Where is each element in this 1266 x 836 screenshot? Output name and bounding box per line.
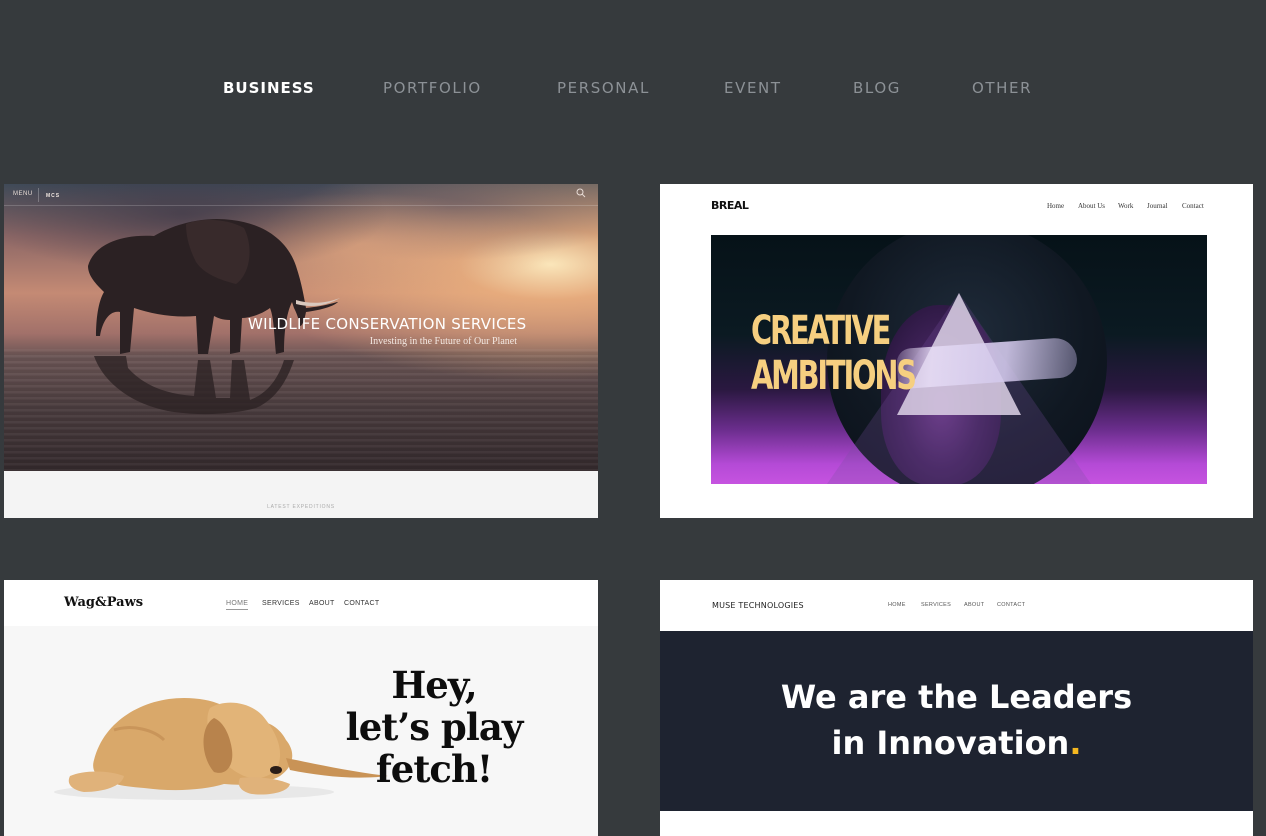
template-card-wildlife[interactable]: MENU MCS WILDLIFE CONSERVATION SERVICES …: [4, 184, 598, 518]
latest-expeditions-label: LATEST EXPEDITIONS: [267, 504, 335, 510]
headline-line-2: in Innovation.: [660, 720, 1253, 766]
muse-nav-home[interactable]: HOME: [888, 602, 906, 608]
headline-line-2-text: in Innovation: [831, 724, 1070, 762]
breal-nav-home[interactable]: Home: [1047, 202, 1064, 210]
wildlife-hero-image: MENU MCS WILDLIFE CONSERVATION SERVICES …: [4, 184, 598, 471]
menu-button[interactable]: MENU: [13, 191, 33, 197]
breal-headline: CREATIVE AMBITIONS: [751, 308, 917, 399]
wildlife-title: WILDLIFE CONSERVATION SERVICES: [248, 315, 527, 333]
tab-blog[interactable]: BLOG: [853, 79, 901, 97]
breal-nav-work[interactable]: Work: [1118, 202, 1133, 210]
headline-line-2: AMBITIONS: [751, 353, 917, 399]
breal-nav-about[interactable]: About Us: [1078, 202, 1105, 210]
wildlife-subtitle: Investing in the Future of Our Planet: [369, 336, 517, 347]
nav-divider: [4, 205, 598, 206]
menu-separator: [38, 188, 39, 202]
breal-hero-image: CREATIVE AMBITIONS: [711, 235, 1207, 484]
muse-headline: We are the Leaders in Innovation.: [660, 674, 1253, 766]
tab-other[interactable]: OTHER: [972, 79, 1032, 97]
headline-line-1: We are the Leaders: [780, 678, 1133, 716]
search-icon[interactable]: [576, 188, 586, 198]
tab-event[interactable]: EVENT: [724, 79, 782, 97]
tab-business[interactable]: BUSINESS: [223, 79, 315, 97]
tab-personal[interactable]: PERSONAL: [557, 79, 650, 97]
breal-nav-contact[interactable]: Contact: [1182, 202, 1204, 210]
breal-logo: BREAL: [711, 199, 749, 212]
muse-logo: MUSE TECHNOLOGIES: [712, 601, 804, 610]
template-card-muse[interactable]: MUSE TECHNOLOGIES HOME SERVICES ABOUT CO…: [660, 580, 1253, 836]
muse-header: MUSE TECHNOLOGIES HOME SERVICES ABOUT CO…: [660, 580, 1253, 631]
accent-dot: .: [1069, 724, 1082, 762]
template-card-breal[interactable]: BREAL Home About Us Work Journal Contact…: [660, 184, 1253, 518]
muse-nav-services[interactable]: SERVICES: [921, 602, 951, 608]
category-tabs: BUSINESS PORTFOLIO PERSONAL EVENT BLOG O…: [0, 79, 1266, 103]
template-card-wagpaws[interactable]: Wag&Paws HOME SERVICES ABOUT CONTACT Hey…: [4, 580, 598, 836]
muse-nav-about[interactable]: ABOUT: [964, 602, 984, 608]
wildlife-footer-section: [4, 471, 598, 518]
headline-line-1: CREATIVE: [751, 308, 891, 354]
wagpaws-headline: Hey, let’s play fetch!: [334, 664, 534, 790]
headline-line-1: Hey,: [391, 663, 477, 707]
headline-line-2: let’s play: [345, 705, 524, 749]
tab-portfolio[interactable]: PORTFOLIO: [383, 79, 482, 97]
muse-nav-contact[interactable]: CONTACT: [997, 602, 1025, 608]
headline-line-3: fetch!: [375, 747, 493, 791]
breal-nav-journal[interactable]: Journal: [1147, 202, 1168, 210]
wildlife-logo: MCS: [46, 193, 61, 199]
